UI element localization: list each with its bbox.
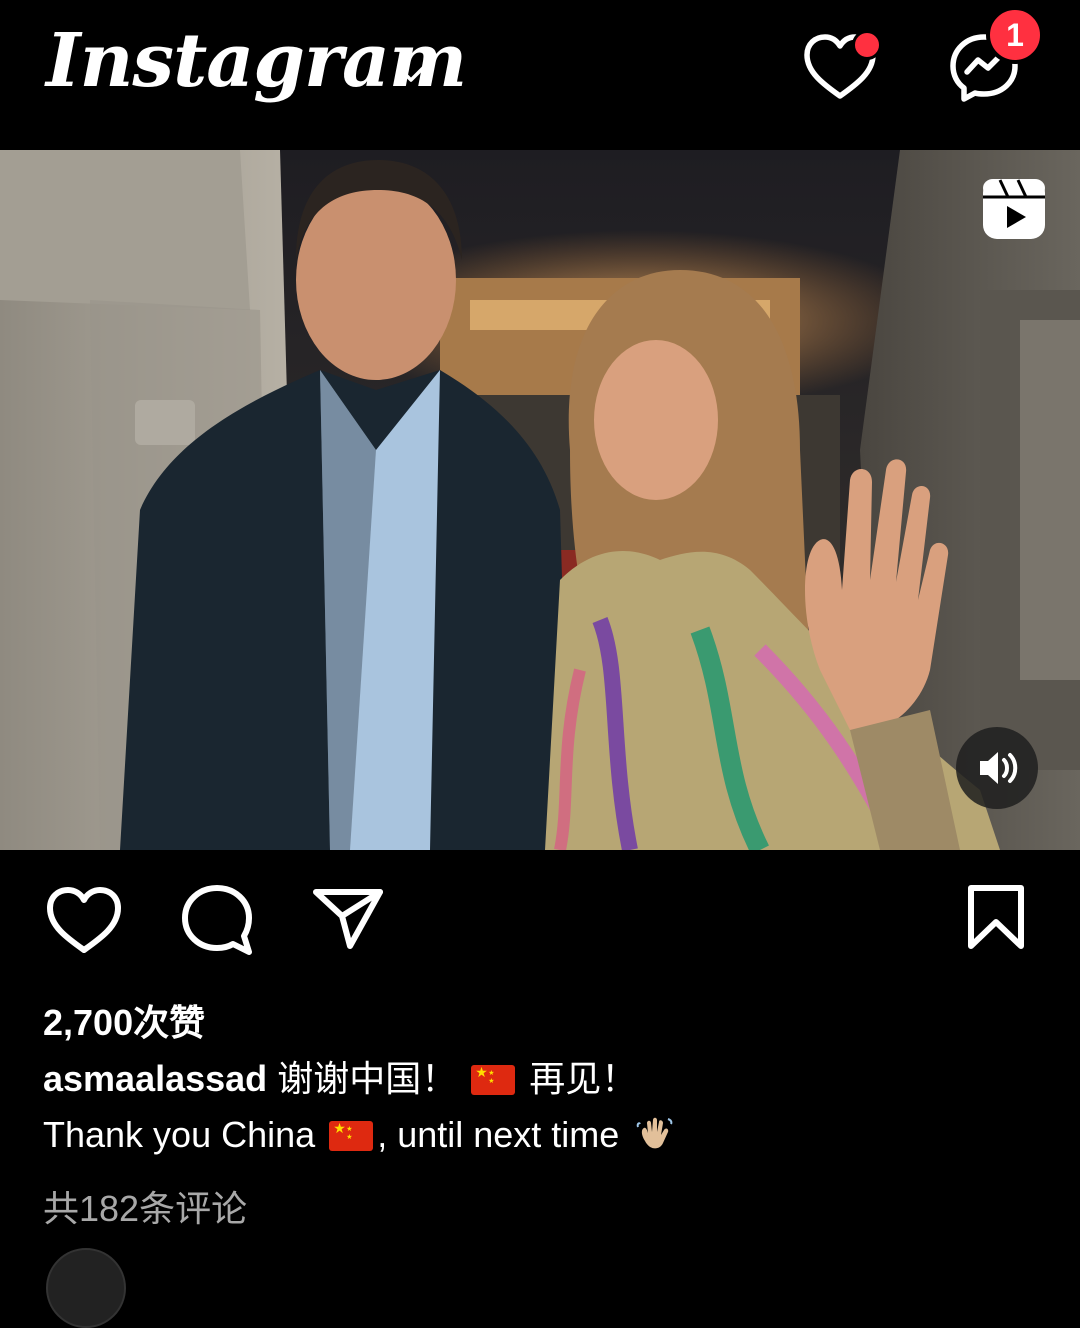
sound-toggle-button[interactable]: [956, 727, 1038, 809]
post-caption: asmaalassad 谢谢中国！ 再见！: [43, 1056, 1043, 1102]
chevron-down-icon[interactable]: [396, 62, 426, 86]
caption-text-goodbye: 再见！: [529, 1058, 638, 1099]
caption-text-english-end: , until next time: [377, 1114, 620, 1155]
post-media[interactable]: [0, 150, 1080, 850]
top-bar: Instagram 1: [0, 0, 1080, 150]
share-icon[interactable]: [312, 886, 384, 950]
instagram-logo[interactable]: Instagram: [46, 18, 467, 104]
caption-text-chinese: 谢谢中国！: [277, 1058, 458, 1099]
comment-icon[interactable]: [180, 884, 254, 956]
view-comments-link[interactable]: 共182条评论: [43, 1180, 247, 1232]
bookmark-icon[interactable]: [966, 884, 1026, 950]
post-caption-english: Thank you China , until next time: [43, 1112, 1043, 1158]
waving-hand-icon: [637, 1117, 673, 1149]
activity-dot: [852, 30, 882, 60]
caption-username[interactable]: asmaalassad: [43, 1058, 267, 1099]
avatar[interactable]: [46, 1248, 126, 1328]
sound-icon: [980, 752, 1018, 784]
caption-text-english: Thank you China: [43, 1114, 316, 1155]
china-flag-icon: [471, 1065, 516, 1095]
post-photo: [0, 150, 1080, 850]
reel-icon: [983, 179, 1045, 239]
like-heart-icon[interactable]: [46, 886, 122, 956]
message-count-badge: 1: [986, 6, 1044, 64]
likes-count[interactable]: 2,700次赞: [43, 994, 205, 1046]
china-flag-icon: [329, 1121, 374, 1151]
